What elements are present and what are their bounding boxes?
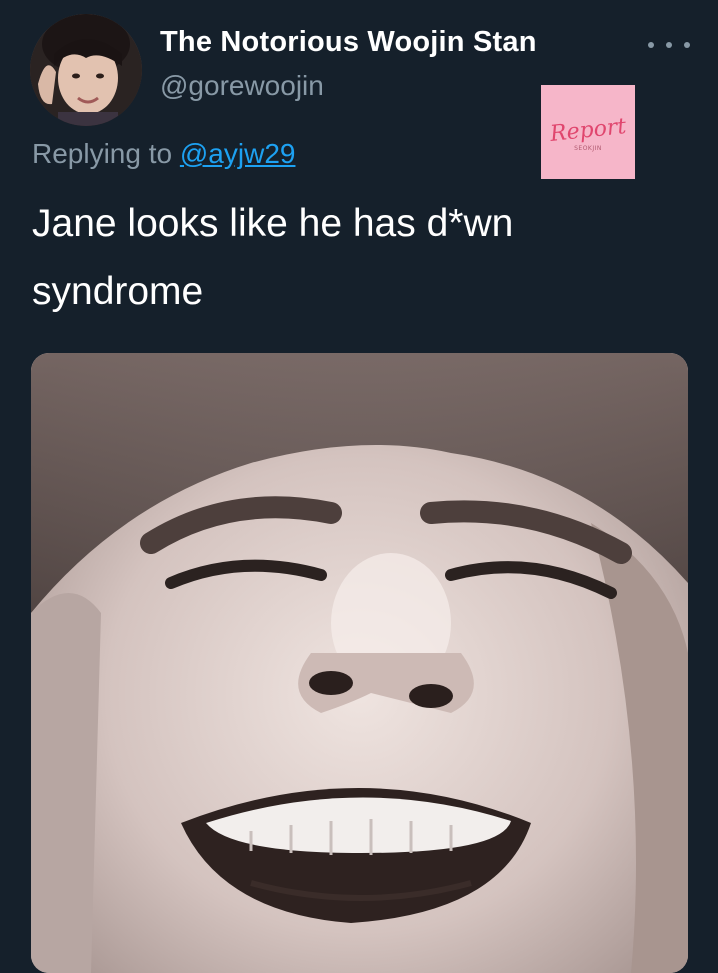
reply-context: Replying to @ayjw29 bbox=[32, 138, 295, 170]
avatar-image bbox=[30, 14, 142, 126]
avatar[interactable] bbox=[30, 14, 142, 126]
tweet-text: Jane looks like he has d*wn syndrome bbox=[32, 202, 514, 313]
tweet-card: The Notorious Woojin Stan @gorewoojin Re… bbox=[0, 0, 718, 973]
dot-icon bbox=[684, 42, 690, 48]
report-sticker: Report SEOKJIN bbox=[541, 85, 635, 179]
display-name[interactable]: The Notorious Woojin Stan bbox=[160, 26, 537, 59]
sticker-label: Report bbox=[548, 114, 628, 147]
dot-icon bbox=[648, 42, 654, 48]
user-handle[interactable]: @gorewoojin bbox=[160, 70, 324, 102]
sticker-sub-label: SEOKJIN bbox=[574, 145, 602, 152]
reply-mention-link[interactable]: @ayjw29 bbox=[180, 138, 296, 169]
tweet-media-image[interactable] bbox=[31, 353, 688, 973]
face-photo bbox=[31, 353, 688, 973]
more-options-icon[interactable] bbox=[648, 30, 690, 60]
reply-prefix: Replying to bbox=[32, 138, 173, 169]
dot-icon bbox=[666, 42, 672, 48]
